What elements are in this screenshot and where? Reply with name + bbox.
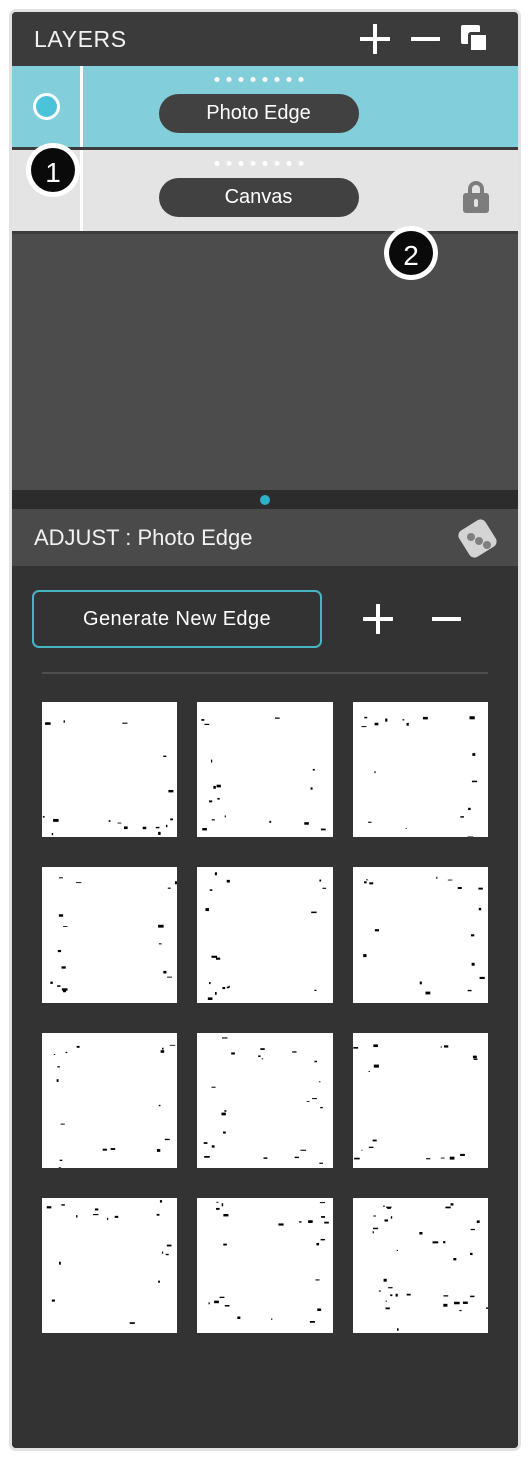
layer-name-pill-canvas[interactable]: Canvas	[158, 178, 359, 217]
edge-preset-thumbnail[interactable]	[42, 867, 178, 1003]
edge-preset-thumbnail[interactable]	[352, 702, 488, 838]
edge-preset-thumbnail[interactable]	[197, 1032, 333, 1168]
generate-controls-row: Generate New Edge	[32, 590, 498, 648]
edge-preset-thumbnail[interactable]	[42, 702, 178, 838]
edge-preset-thumbnail[interactable]	[352, 1032, 488, 1168]
adjust-title: ADJUST : Photo Edge	[34, 524, 253, 550]
layers-list[interactable]: Photo Edge Canvas	[12, 66, 518, 490]
edge-preset-thumbnail[interactable]	[42, 1032, 178, 1168]
edge-preset-thumbnail[interactable]	[42, 1197, 178, 1334]
layer-name-pill[interactable]: Photo Edge	[158, 94, 359, 133]
remove-layer-button[interactable]	[400, 14, 450, 64]
duplicate-layer-button[interactable]	[450, 14, 500, 64]
lock-icon	[463, 180, 489, 213]
edge-preset-thumbnail[interactable]	[197, 867, 333, 1003]
edge-preset-thumbnail[interactable]	[352, 867, 488, 1003]
duplicate-icon	[461, 25, 489, 53]
visibility-dot-icon-canvas	[33, 177, 60, 204]
app-panel: LAYERS Photo Edge Canvas ADJUST: Photo …	[9, 9, 521, 1451]
edge-preset-thumbnail[interactable]	[352, 1197, 488, 1334]
layer-row-canvas[interactable]: Canvas	[12, 150, 518, 231]
layer-row-body: Photo Edge	[83, 66, 434, 147]
page-indicator[interactable]	[12, 490, 518, 509]
layer-row-photo-edge[interactable]: Photo Edge	[12, 66, 518, 147]
dice-options-icon[interactable]	[456, 516, 499, 560]
layer-lock-slot	[434, 72, 518, 153]
generate-new-edge-button[interactable]: Generate New Edge	[32, 590, 322, 648]
visibility-dot-icon	[32, 93, 60, 120]
minus-icon	[410, 37, 440, 41]
edge-preset-thumbnail[interactable]	[197, 702, 333, 838]
decrease-edge-button[interactable]	[412, 590, 480, 648]
layer-lock-button[interactable]	[434, 156, 518, 237]
edge-preset-thumbnail[interactable]	[197, 1197, 333, 1334]
layers-title: LAYERS	[34, 25, 127, 52]
adjust-panel-body: Generate New Edge	[12, 566, 518, 1448]
plus-icon	[360, 24, 390, 54]
add-layer-button[interactable]	[350, 14, 400, 64]
layer-visibility-toggle[interactable]	[12, 66, 80, 147]
layers-adjust-panel-screenshot: LAYERS Photo Edge Canvas ADJUST: Photo …	[0, 0, 530, 1460]
layers-panel-header: LAYERS	[12, 12, 518, 66]
layer-row-body-canvas: Canvas	[83, 150, 434, 231]
drag-handle-icon[interactable]	[214, 77, 303, 82]
adjust-panel-header: ADJUST : Photo Edge	[12, 509, 518, 566]
drag-handle-icon-canvas[interactable]	[214, 161, 303, 166]
minus-icon-adjust	[431, 617, 461, 621]
edge-preset-grid	[32, 674, 498, 1334]
page-dot-active[interactable]	[260, 494, 270, 505]
layer-visibility-toggle-canvas[interactable]	[12, 150, 80, 231]
bottom-spacer	[32, 1333, 498, 1373]
plus-icon-adjust	[363, 604, 393, 634]
increase-edge-button[interactable]	[344, 590, 412, 648]
